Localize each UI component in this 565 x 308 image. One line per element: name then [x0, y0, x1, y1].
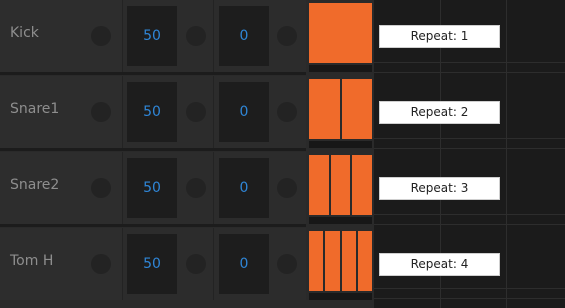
track-label-cell: Kick	[0, 0, 123, 72]
volume-knob[interactable]	[186, 178, 206, 198]
volume-value: 50	[143, 180, 161, 196]
pan-knob[interactable]	[277, 254, 297, 274]
volume-knob[interactable]	[186, 102, 206, 122]
step-pad-segment[interactable]	[325, 231, 340, 291]
track-label-cell: Snare1	[0, 76, 123, 148]
pan-knob[interactable]	[277, 178, 297, 198]
repeat-button[interactable]: Repeat: 1	[379, 25, 500, 48]
volume-value-box[interactable]: 50	[127, 234, 177, 294]
grid-row-divider	[374, 224, 565, 225]
repeat-button[interactable]: Repeat: 3	[379, 177, 500, 200]
drum-track-panel: Kick 50 0 Repeat: 1 Snare1 50 0 Repeat: …	[0, 0, 565, 308]
track-name: Tom H	[10, 253, 54, 269]
volume-value: 50	[143, 256, 161, 272]
step-pad-cell[interactable]	[309, 231, 372, 291]
volume-knob[interactable]	[186, 26, 206, 46]
pan-knob[interactable]	[277, 26, 297, 46]
grid-row-divider	[374, 148, 565, 149]
pan-value-box[interactable]: 0	[219, 6, 269, 66]
volume-value-box[interactable]: 50	[127, 6, 177, 66]
track-row: Snare1 50 0 Repeat: 2	[0, 76, 565, 148]
step-pad-cell[interactable]	[309, 3, 372, 63]
step-pad-footer	[309, 217, 372, 224]
volume-value-box[interactable]: 50	[127, 158, 177, 218]
pan-knob[interactable]	[277, 102, 297, 122]
step-pad-segment[interactable]	[309, 155, 329, 215]
repeat-button[interactable]: Repeat: 4	[379, 253, 500, 276]
step-pad-segment[interactable]	[309, 3, 372, 63]
track-knob[interactable]	[91, 254, 111, 274]
pan-value: 0	[239, 28, 249, 44]
column-divider	[213, 0, 214, 72]
track-knob[interactable]	[91, 26, 111, 46]
step-pad-cell[interactable]	[309, 79, 372, 139]
column-divider	[213, 76, 214, 148]
step-pad-segment[interactable]	[352, 155, 372, 215]
pan-value-box[interactable]: 0	[219, 158, 269, 218]
step-pad-segment[interactable]	[330, 155, 351, 215]
pan-value: 0	[239, 104, 249, 120]
track-knob[interactable]	[91, 178, 111, 198]
step-pad-footer	[309, 141, 372, 148]
column-divider	[213, 152, 214, 224]
step-pad-footer	[309, 65, 372, 72]
step-pad-segment[interactable]	[341, 231, 356, 291]
track-name: Snare1	[10, 101, 60, 117]
row-divider	[0, 224, 306, 227]
repeat-button[interactable]: Repeat: 2	[379, 101, 500, 124]
track-label-cell: Snare2	[0, 152, 123, 224]
track-knob[interactable]	[91, 102, 111, 122]
track-name: Snare2	[10, 177, 60, 193]
volume-value-box[interactable]: 50	[127, 82, 177, 142]
step-pad-segment[interactable]	[309, 79, 340, 139]
pan-value-box[interactable]: 0	[219, 82, 269, 142]
track-row: Kick 50 0 Repeat: 1	[0, 0, 565, 72]
volume-value: 50	[143, 104, 161, 120]
step-pad-segment[interactable]	[341, 79, 372, 139]
track-row: Tom H 50 0 Repeat: 4	[0, 228, 565, 300]
track-label-cell: Tom H	[0, 228, 123, 300]
step-pad-segment[interactable]	[357, 231, 372, 291]
track-row: Snare2 50 0 Repeat: 3	[0, 152, 565, 224]
row-divider	[0, 72, 306, 75]
volume-knob[interactable]	[186, 254, 206, 274]
pan-value-box[interactable]: 0	[219, 234, 269, 294]
track-name: Kick	[10, 25, 39, 41]
grid-row-divider	[374, 72, 565, 73]
pan-value: 0	[239, 180, 249, 196]
step-pad-segment[interactable]	[309, 231, 324, 291]
pan-value: 0	[239, 256, 249, 272]
row-divider	[0, 148, 306, 151]
step-pad-footer	[309, 293, 372, 300]
step-pad-cell[interactable]	[309, 155, 372, 215]
column-divider	[213, 228, 214, 300]
volume-value: 50	[143, 28, 161, 44]
